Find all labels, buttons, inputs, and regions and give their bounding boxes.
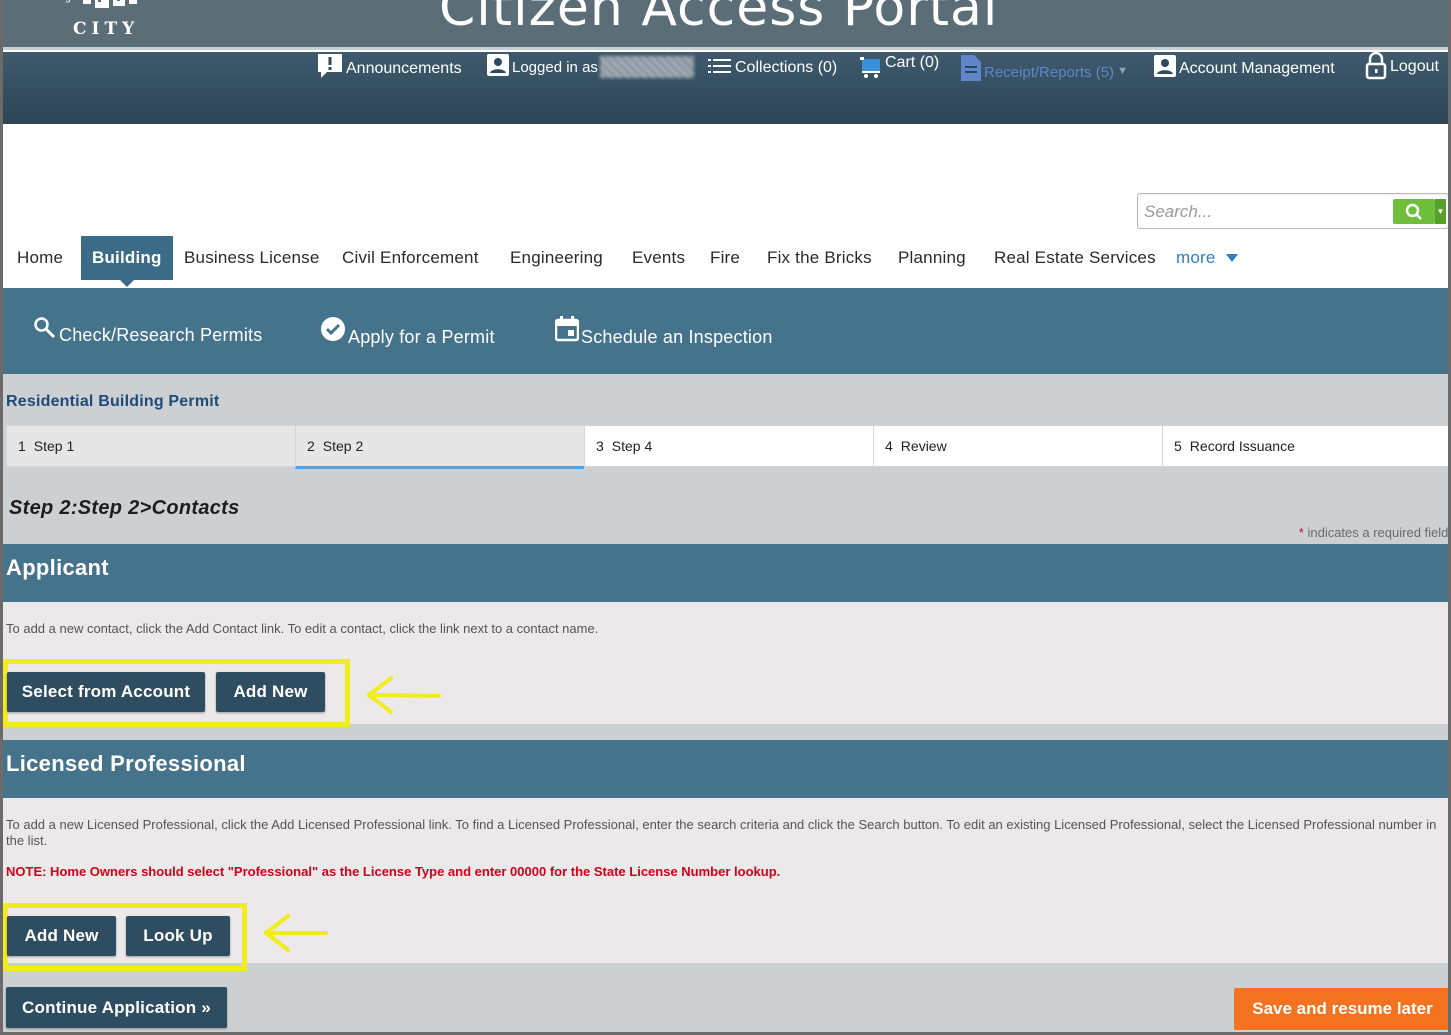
collections-label: Collections (0) bbox=[735, 59, 838, 76]
receipts-link[interactable]: Receipt/Reports (5) ▼ bbox=[961, 55, 1128, 81]
look-up-professional-button[interactable]: Look Up bbox=[126, 916, 230, 956]
account-icon bbox=[1154, 55, 1176, 79]
home-owner-note: NOTE: Home Owners should select "Profess… bbox=[6, 864, 781, 879]
tab-building[interactable]: Building bbox=[81, 236, 173, 287]
logout-label: Logout bbox=[1390, 58, 1439, 75]
search-button[interactable] bbox=[1393, 199, 1435, 224]
step-item: 3 Step 4 bbox=[584, 425, 873, 467]
annotation-arrow-icon bbox=[264, 914, 328, 952]
required-star: * bbox=[1298, 525, 1304, 540]
step-number: 3 bbox=[596, 438, 604, 454]
step-number: 2 bbox=[307, 438, 315, 454]
logged-in-label: Logged in as bbox=[512, 59, 598, 76]
required-note-text: indicates a required field. bbox=[1307, 525, 1451, 540]
logout-link[interactable]: Logout bbox=[1365, 52, 1439, 80]
step-label: Step 4 bbox=[611, 438, 653, 454]
applicant-section-header: Applicant bbox=[3, 544, 1448, 602]
tab-business-license[interactable]: Business License bbox=[173, 236, 331, 280]
logo-text: CITY bbox=[73, 19, 139, 39]
add-new-professional-button[interactable]: Add New bbox=[7, 916, 116, 956]
licensed-professional-section-header: Licensed Professional bbox=[3, 740, 1448, 798]
save-and-resume-later-button[interactable]: Save and resume later bbox=[1234, 988, 1448, 1030]
announcement-icon bbox=[317, 52, 343, 80]
applicant-section-body: To add a new contact, click the Add Cont… bbox=[3, 602, 1448, 727]
module-tabs: Home Building Business License Civil Enf… bbox=[3, 236, 1448, 288]
lock-icon bbox=[1365, 52, 1387, 80]
required-field-note: * indicates a required field. bbox=[1298, 525, 1451, 540]
announcements-label: Announcements bbox=[346, 60, 462, 77]
step-label: Step 2 bbox=[322, 438, 364, 454]
receipts-label: Receipt/Reports (5) bbox=[984, 64, 1115, 81]
apply-for-permit-link[interactable]: Apply for a Permit bbox=[320, 316, 495, 347]
tab-civil-enforcement[interactable]: Civil Enforcement bbox=[331, 236, 490, 280]
search-icon bbox=[1405, 203, 1422, 220]
global-search: ▼ bbox=[1137, 193, 1448, 229]
svg-text:J: J bbox=[65, 0, 72, 3]
tab-home[interactable]: Home bbox=[6, 236, 74, 280]
apply-label: Apply for a Permit bbox=[348, 327, 495, 347]
step-number: 5 bbox=[1174, 438, 1182, 454]
browser-frame: J S CITY Citizen Access Portal Announcem… bbox=[0, 0, 1451, 1035]
list-icon bbox=[708, 57, 732, 75]
account-management-link[interactable]: Account Management bbox=[1154, 55, 1335, 79]
checkmark-circle-icon bbox=[321, 317, 345, 341]
cart-link[interactable]: Cart (0) bbox=[860, 54, 939, 80]
step-item: 5 Record Issuance bbox=[1162, 425, 1448, 467]
step-item-current: 2 Step 2 bbox=[295, 425, 584, 469]
logged-in-status: Logged in as bbox=[487, 54, 694, 78]
search-input[interactable] bbox=[1144, 200, 1384, 224]
step-label: Review bbox=[900, 438, 947, 454]
step-item: 1 Step 1 bbox=[6, 425, 295, 467]
redacted-username bbox=[599, 56, 694, 78]
portal-title: Citizen Access Portal bbox=[439, 0, 999, 38]
select-from-account-button[interactable]: Select from Account bbox=[7, 672, 205, 712]
licensed-professional-help-text: To add a new Licensed Professional, clic… bbox=[6, 817, 1437, 848]
tab-real-estate-services[interactable]: Real Estate Services bbox=[983, 236, 1167, 280]
calendar-icon bbox=[555, 316, 579, 342]
licensed-professional-section-body: To add a new Licensed Professional, clic… bbox=[3, 798, 1448, 971]
application-content: Residential Building Permit 1 Step 1 2 Ste… bbox=[3, 374, 1451, 1032]
annotation-arrow-icon bbox=[367, 676, 441, 714]
document-icon bbox=[961, 55, 981, 81]
tab-fix-the-bricks[interactable]: Fix the Bricks bbox=[756, 236, 883, 280]
chevron-down-icon[interactable]: ▼ bbox=[1117, 65, 1128, 77]
building-subnav: Check/Research Permits Apply for a Permi… bbox=[3, 288, 1448, 374]
step-heading: Step 2:Step 2>Contacts bbox=[9, 497, 240, 519]
step-progress-bar: 1 Step 1 2 Step 2 3 Step 4 4 Review 5 Record … bbox=[6, 425, 1448, 469]
cart-label: Cart (0) bbox=[885, 54, 940, 71]
schedule-label: Schedule an Inspection bbox=[581, 327, 773, 347]
account-management-label: Account Management bbox=[1179, 60, 1335, 77]
cart-icon bbox=[860, 56, 882, 80]
portal-banner: J S CITY Citizen Access Portal bbox=[3, 0, 1448, 50]
step-label: Step 1 bbox=[33, 438, 75, 454]
tab-events[interactable]: Events bbox=[621, 236, 696, 280]
caret-down-icon bbox=[1225, 254, 1238, 262]
tab-fire[interactable]: Fire bbox=[699, 236, 751, 280]
step-label: Record Issuance bbox=[1189, 438, 1295, 454]
applicant-help-text: To add a new contact, click the Add Cont… bbox=[6, 621, 599, 636]
search-icon bbox=[34, 317, 56, 339]
continue-application-button[interactable]: Continue Application » bbox=[6, 987, 227, 1028]
tab-more[interactable]: more bbox=[1165, 236, 1249, 280]
tab-planning[interactable]: Planning bbox=[887, 236, 977, 280]
permit-title: Residential Building Permit bbox=[6, 393, 220, 410]
step-number: 1 bbox=[18, 438, 26, 454]
add-new-contact-button[interactable]: Add New bbox=[216, 672, 325, 712]
schedule-inspection-link[interactable]: Schedule an Inspection bbox=[555, 316, 773, 347]
announcements-link[interactable]: Announcements bbox=[317, 52, 462, 80]
tab-engineering[interactable]: Engineering bbox=[499, 236, 614, 280]
search-options-dropdown[interactable]: ▼ bbox=[1435, 199, 1446, 224]
check-research-permits-link[interactable]: Check/Research Permits bbox=[33, 316, 262, 345]
more-label: more bbox=[1176, 248, 1216, 267]
city-logo: J S CITY bbox=[65, 0, 151, 39]
svg-text:S: S bbox=[143, 0, 151, 3]
step-item: 4 Review bbox=[873, 425, 1162, 467]
step-number: 4 bbox=[885, 438, 893, 454]
user-icon bbox=[487, 54, 509, 78]
collections-link[interactable]: Collections (0) bbox=[708, 57, 838, 76]
check-research-label: Check/Research Permits bbox=[59, 325, 263, 345]
account-nav: Announcements Logged in as Collections (… bbox=[3, 52, 1448, 124]
